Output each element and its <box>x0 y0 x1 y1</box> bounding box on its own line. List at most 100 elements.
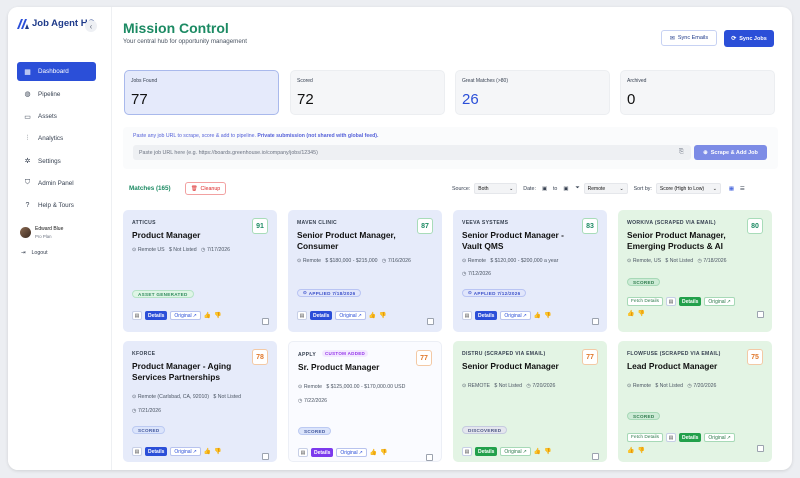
sidebar-item-help[interactable]: ? Help & Tours <box>17 197 96 215</box>
select-checkbox[interactable] <box>426 454 433 461</box>
job-card[interactable]: VEEVA SYSTEMS Senior Product Manager - V… <box>453 210 607 332</box>
details-button[interactable]: Details <box>679 433 702 442</box>
clipboard-icon[interactable]: ⎘ <box>679 149 684 156</box>
sidebar-item-assets[interactable]: ▭ Assets <box>17 108 96 126</box>
original-link-button[interactable]: Original ↗ <box>704 433 735 442</box>
job-card[interactable]: WORKIVA (SCRAPED VIA EMAIL) Senior Produ… <box>618 210 772 332</box>
job-title[interactable]: Senior Product Manager - Vault QMS <box>462 230 582 252</box>
job-card[interactable]: KFORCE Product Manager - Aging Services … <box>123 341 277 462</box>
logout-button[interactable]: ⇥ Logout <box>21 250 48 256</box>
sidebar-item-dashboard[interactable]: ▦ Dashboard <box>17 62 96 81</box>
cleanup-button[interactable]: 🗑 Cleanup <box>185 182 226 195</box>
sidebar-item-analytics[interactable]: ⫶ Analytics <box>17 130 96 148</box>
job-url-input[interactable] <box>133 145 691 160</box>
original-link-button[interactable]: Original ↗ <box>336 448 367 457</box>
thumbs-down-icon[interactable]: 👎 <box>637 310 644 317</box>
original-link-button[interactable]: Original ↗ <box>335 311 366 320</box>
sort-select[interactable]: Score (High to Low) ⌄ <box>655 183 721 194</box>
thumbs-up-icon[interactable]: 👍 <box>627 447 634 454</box>
job-card[interactable]: FLOWFUSE (SCRAPED VIA EMAIL) Lead Produc… <box>618 341 772 462</box>
fetch-details-button[interactable]: Fetch Details <box>627 433 663 442</box>
select-checkbox[interactable] <box>757 445 764 452</box>
details-button[interactable]: Details <box>311 448 334 457</box>
archive-icon[interactable]: ▤ <box>132 311 142 320</box>
details-button[interactable]: Details <box>145 311 168 320</box>
thumbs-down-icon[interactable]: 👎 <box>544 312 551 319</box>
calendar-icon[interactable]: ▣ <box>542 186 547 192</box>
thumbs-down-icon[interactable]: 👎 <box>214 312 221 319</box>
thumbs-up-icon[interactable]: 👍 <box>204 312 211 319</box>
job-card[interactable]: DISTRU (SCRAPED VIA EMAIL) Senior Produc… <box>453 341 607 462</box>
job-title[interactable]: Sr. Product Manager <box>298 362 418 373</box>
shield-icon: ⛉ <box>24 179 31 187</box>
archive-icon[interactable]: ▤ <box>666 297 676 306</box>
source-select[interactable]: Both ⌄ <box>474 183 518 194</box>
original-link-button[interactable]: Original ↗ <box>170 311 201 320</box>
details-button[interactable]: Details <box>310 311 333 320</box>
sidebar-item-pipeline[interactable]: ◍ Pipeline <box>17 85 96 103</box>
archive-icon[interactable]: ▤ <box>462 447 472 456</box>
thumbs-down-icon[interactable]: 👎 <box>380 449 387 456</box>
stat-card-scored[interactable]: Scored 72 <box>290 70 445 115</box>
job-title[interactable]: Lead Product Manager <box>627 361 747 372</box>
thumbs-up-icon[interactable]: 👍 <box>534 448 541 455</box>
stat-card-archived[interactable]: Archived 0 <box>620 70 775 115</box>
archive-icon[interactable]: ▤ <box>462 311 472 320</box>
thumbs-up-icon[interactable]: 👍 <box>204 448 211 455</box>
thumbs-down-icon[interactable]: 👎 <box>544 448 551 455</box>
brand-logo[interactable]: Job Agent HQ <box>17 18 95 29</box>
fetch-details-button[interactable]: Fetch Details <box>627 297 663 306</box>
scrape-add-job-button[interactable]: ⊕ Scrape & Add Job <box>694 145 767 160</box>
original-link-button[interactable]: Original ↗ <box>170 447 201 456</box>
remote-filter-select[interactable]: Remote ⌄ <box>583 183 628 194</box>
stat-card-jobs-found[interactable]: Jobs Found 77 <box>124 70 279 115</box>
original-link-button[interactable]: Original ↗ <box>500 447 531 456</box>
select-checkbox[interactable] <box>262 453 269 460</box>
job-title[interactable]: Senior Product Manager, Consumer <box>297 230 417 252</box>
thumbs-up-icon[interactable]: 👍 <box>370 449 377 456</box>
sync-jobs-button[interactable]: ⟳ Sync Jobs <box>724 30 774 47</box>
stat-card-great-matches[interactable]: Great Matches (>80) 26 <box>455 70 610 115</box>
job-title[interactable]: Product Manager - Aging Services Partner… <box>132 361 252 383</box>
list-view-icon[interactable]: ☰ <box>740 186 745 192</box>
job-title[interactable]: Senior Product Manager, Emerging Product… <box>627 230 747 252</box>
select-checkbox[interactable] <box>592 453 599 460</box>
job-title[interactable]: Product Manager <box>132 230 252 241</box>
sidebar-item-admin-panel[interactable]: ⛉ Admin Panel <box>17 174 96 192</box>
filter-icon: ⏷ <box>575 185 580 191</box>
thumbs-up-icon[interactable]: 👍 <box>627 310 634 317</box>
user-profile[interactable]: Edward Blue Pro Plan <box>20 226 63 239</box>
original-link-button[interactable]: Original ↗ <box>500 311 531 320</box>
original-link-button[interactable]: Original ↗ <box>704 297 735 306</box>
select-checkbox[interactable] <box>592 318 599 325</box>
select-checkbox[interactable] <box>262 318 269 325</box>
archive-icon[interactable]: ▤ <box>132 447 142 456</box>
sort-label: Sort by: <box>633 185 652 192</box>
job-meta: ⊙ Remote (Carlsbad, CA, 92010) $ Not Lis… <box>132 394 241 400</box>
grid-view-icon[interactable]: ▦ <box>729 186 734 192</box>
archive-icon[interactable]: ▤ <box>297 311 307 320</box>
select-checkbox[interactable] <box>757 311 764 318</box>
archive-icon[interactable]: ▤ <box>666 433 676 442</box>
thumbs-up-icon[interactable]: 👍 <box>534 312 541 319</box>
details-button[interactable]: Details <box>475 447 498 456</box>
job-card[interactable]: APPLY CUSTOM ADDED Sr. Product Manager 77… <box>288 341 442 462</box>
job-card[interactable]: ATTICUS Product Manager 91 ⊙ Remote US $… <box>123 210 277 332</box>
chart-icon: ⫶ <box>26 134 29 142</box>
calendar-icon[interactable]: ▣ <box>563 186 568 192</box>
job-title[interactable]: Senior Product Manager <box>462 361 582 372</box>
card-actions: Fetch Details ▤ Details Original ↗ <box>627 297 735 306</box>
details-button[interactable]: Details <box>475 311 498 320</box>
archive-icon[interactable]: ▤ <box>298 448 308 457</box>
thumbs-down-icon[interactable]: 👎 <box>214 448 221 455</box>
collapse-sidebar-button[interactable]: ‹ <box>85 20 97 32</box>
sync-emails-button[interactable]: ✉ Sync Emails <box>661 30 717 46</box>
details-button[interactable]: Details <box>145 447 168 456</box>
job-card[interactable]: MAVEN CLINIC Senior Product Manager, Con… <box>288 210 442 332</box>
thumbs-down-icon[interactable]: 👎 <box>637 447 644 454</box>
thumbs-up-icon[interactable]: 👍 <box>369 312 376 319</box>
sidebar-item-settings[interactable]: ✲ Settings <box>17 152 96 170</box>
details-button[interactable]: Details <box>679 297 702 306</box>
select-checkbox[interactable] <box>427 318 434 325</box>
thumbs-down-icon[interactable]: 👎 <box>379 312 386 319</box>
